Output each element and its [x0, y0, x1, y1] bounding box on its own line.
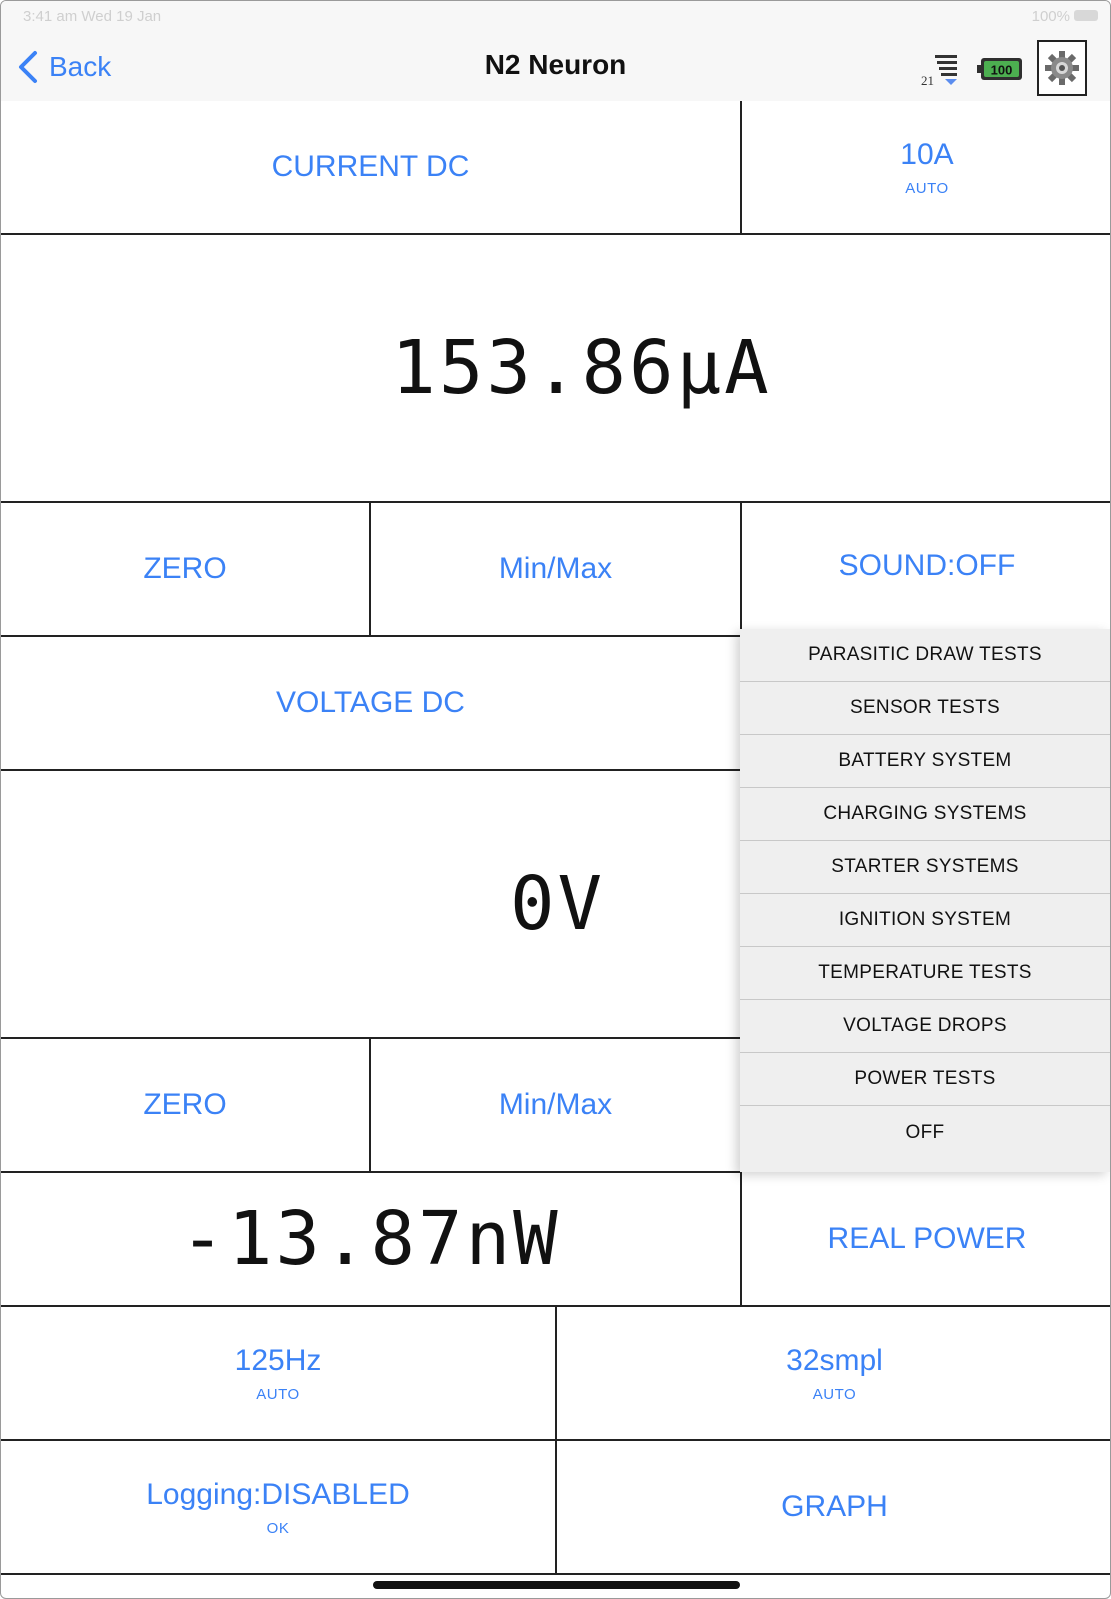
- navigation-bar: 3:41 am Wed 19 Jan 100% Back N2 Neuron 2…: [1, 1, 1110, 103]
- sample-rate-value: 125Hz: [234, 1343, 322, 1377]
- menu-item-power-tests[interactable]: POWER TESTS: [740, 1053, 1110, 1106]
- power-reading-display: -13.87nW: [1, 1173, 742, 1307]
- current-reading-display: 153.86μA: [1, 235, 1110, 503]
- voltage-mode-button[interactable]: VOLTAGE DC: [1, 637, 742, 771]
- status-bar: 3:41 am Wed 19 Jan 100%: [1, 1, 1110, 31]
- sample-count-sub: AUTO: [812, 1385, 857, 1403]
- menu-item-temperature-tests[interactable]: TEMPERATURE TESTS: [740, 947, 1110, 1000]
- current-minmax-button[interactable]: Min/Max: [371, 503, 742, 637]
- sample-rate-button[interactable]: 125Hz AUTO: [1, 1307, 557, 1441]
- status-battery-icon: [1074, 10, 1098, 21]
- current-range-value: 10A: [900, 137, 954, 171]
- power-mode-label: REAL POWER: [827, 1222, 1027, 1255]
- sample-count-button[interactable]: 32smpl AUTO: [557, 1307, 1110, 1441]
- current-zero-label: ZERO: [143, 552, 227, 585]
- logging-sub: OK: [266, 1519, 290, 1537]
- home-indicator[interactable]: [373, 1581, 740, 1589]
- status-battery-percent: 100%: [1031, 8, 1070, 25]
- sound-toggle-label: SOUND:OFF: [838, 549, 1016, 582]
- voltage-zero-label: ZERO: [143, 1088, 227, 1121]
- settings-button[interactable]: [1037, 40, 1087, 96]
- menu-item-ignition-system[interactable]: IGNITION SYSTEM: [740, 894, 1110, 947]
- current-minmax-label: Min/Max: [498, 552, 613, 585]
- menu-item-starter-systems[interactable]: STARTER SYSTEMS: [740, 841, 1110, 894]
- current-zero-button[interactable]: ZERO: [1, 503, 371, 637]
- sample-rate-sub: AUTO: [256, 1385, 300, 1403]
- signal-strength-icon: 21: [921, 55, 957, 87]
- app-window: 3:41 am Wed 19 Jan 100% Back N2 Neuron 2…: [0, 0, 1111, 1599]
- voltage-reading-display: 0V: [1, 771, 742, 1039]
- menu-item-parasitic-draw-tests[interactable]: PARASITIC DRAW TESTS: [740, 629, 1110, 682]
- voltage-zero-button[interactable]: ZERO: [1, 1039, 371, 1173]
- gear-icon: [1045, 51, 1079, 85]
- voltage-minmax-label: Min/Max: [498, 1088, 613, 1121]
- sound-toggle-button[interactable]: SOUND:OFF: [742, 503, 1110, 629]
- battery-level-label: 100: [991, 63, 1013, 78]
- graph-button[interactable]: GRAPH: [557, 1441, 1110, 1575]
- test-mode-menu: PARASITIC DRAW TESTS SENSOR TESTS BATTER…: [740, 629, 1110, 1172]
- logging-button[interactable]: Logging:DISABLED OK: [1, 1441, 557, 1575]
- menu-item-off[interactable]: OFF: [740, 1106, 1110, 1159]
- logging-label: Logging:DISABLED: [146, 1477, 410, 1511]
- sample-count-value: 32smpl: [786, 1343, 883, 1377]
- battery-icon: 100: [977, 58, 1022, 80]
- menu-item-sensor-tests[interactable]: SENSOR TESTS: [740, 682, 1110, 735]
- current-mode-label: CURRENT DC: [271, 150, 470, 183]
- menu-item-battery-system[interactable]: BATTERY SYSTEM: [740, 735, 1110, 788]
- menu-item-voltage-drops[interactable]: VOLTAGE DROPS: [740, 1000, 1110, 1053]
- voltage-reading: 0V: [509, 861, 606, 947]
- current-reading: 153.86μA: [391, 325, 772, 411]
- current-mode-button[interactable]: CURRENT DC: [1, 101, 742, 235]
- power-mode-button[interactable]: REAL POWER: [742, 1173, 1110, 1307]
- graph-label: GRAPH: [781, 1490, 888, 1523]
- status-time: 3:41 am Wed 19 Jan: [23, 8, 162, 25]
- voltage-minmax-button[interactable]: Min/Max: [371, 1039, 742, 1173]
- current-range-button[interactable]: 10A AUTO: [742, 101, 1110, 235]
- voltage-mode-label: VOLTAGE DC: [276, 686, 465, 719]
- current-range-sub: AUTO: [905, 179, 949, 197]
- menu-item-charging-systems[interactable]: CHARGING SYSTEMS: [740, 788, 1110, 841]
- power-reading: -13.87nW: [180, 1196, 561, 1282]
- signal-level-label: 21: [921, 73, 934, 87]
